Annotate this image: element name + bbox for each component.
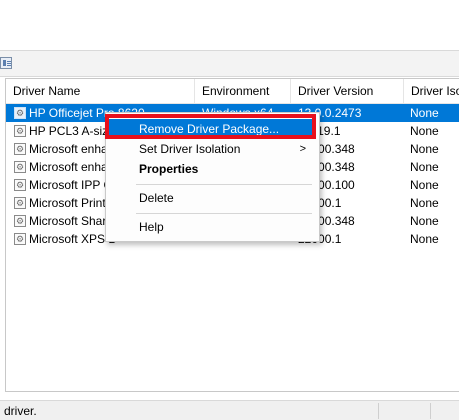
window-top-area [0,0,459,50]
toolbar [0,50,459,77]
printer-driver-icon [14,105,26,123]
printer-driver-icon [14,159,26,177]
menu-item-set-driver-isolation[interactable]: Set Driver Isolation > [109,139,316,159]
printer-driver-icon [14,231,26,249]
driver-isolation: None [410,124,439,138]
submenu-arrow-icon: > [299,143,306,155]
status-bar: driver. [0,400,459,420]
menu-item-properties[interactable]: Properties [109,159,316,179]
menu-item-remove-driver-package[interactable]: Remove Driver Package... [109,119,316,139]
driver-isolation: None [410,196,439,210]
column-header-environment[interactable]: Environment [195,79,291,103]
printer-driver-icon [14,195,26,213]
status-divider [430,403,431,419]
menu-item-delete[interactable]: Delete [109,188,316,208]
column-header-driver-name[interactable]: Driver Name [6,79,195,103]
status-text: driver. [4,404,37,418]
driver-isolation: None [410,232,439,246]
printer-driver-icon [14,123,26,141]
menu-separator [136,213,312,214]
column-header-driver-isolation[interactable]: Driver Isol [404,79,459,103]
menu-item-help[interactable]: Help [109,217,316,237]
menu-item-label: Set Driver Isolation [139,142,241,156]
driver-isolation: None [410,106,439,120]
printer-driver-icon [14,213,26,231]
printer-driver-icon [14,177,26,195]
menu-separator [136,184,312,185]
driver-isolation: None [410,142,439,156]
driver-isolation: None [410,178,439,192]
status-divider [378,403,379,419]
context-menu: Remove Driver Package... Set Driver Isol… [105,112,320,242]
driver-isolation: None [410,160,439,174]
view-list-icon[interactable] [0,57,12,69]
column-header-driver-version[interactable]: Driver Version [291,79,404,103]
list-header: Driver Name Environment Driver Version D… [6,79,459,104]
printer-driver-icon [14,141,26,159]
driver-isolation: None [410,214,439,228]
